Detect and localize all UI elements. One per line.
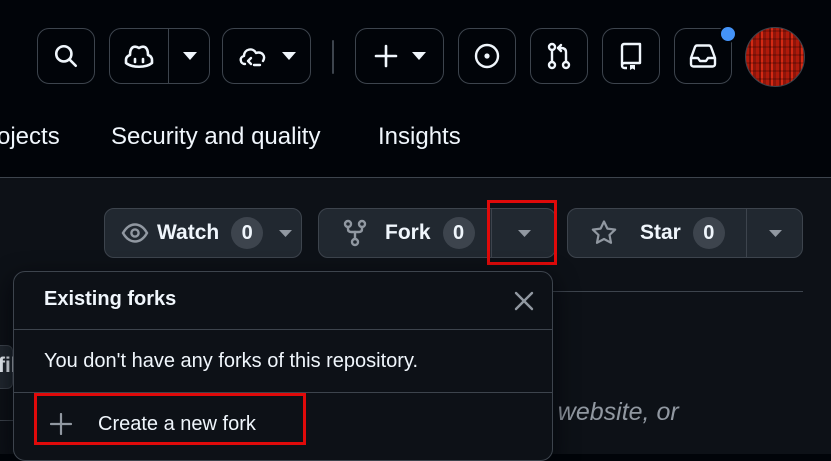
avatar[interactable] — [745, 27, 805, 87]
fork-button[interactable]: Fork 0 — [319, 209, 491, 257]
watch-count: 0 — [231, 217, 264, 249]
about-divider — [553, 291, 803, 292]
star-label: Star — [640, 221, 681, 244]
issues-button[interactable] — [458, 28, 516, 84]
fork-label: Fork — [385, 221, 431, 244]
file-list-edge — [0, 420, 13, 454]
triangle-down-icon — [411, 52, 426, 60]
star-button[interactable]: Star 0 — [568, 209, 746, 257]
triangle-down-icon — [281, 52, 296, 60]
search-button[interactable] — [37, 28, 95, 84]
tab-security-and-quality[interactable]: Security and quality — [111, 122, 320, 152]
close-button[interactable] — [512, 289, 536, 313]
git-pull-request-icon — [547, 42, 571, 70]
repositories-button[interactable] — [602, 28, 660, 84]
create-fork-highlight — [34, 393, 306, 445]
search-icon — [54, 44, 78, 68]
cloud-icon — [239, 48, 265, 67]
popover-title: Existing forks — [44, 288, 177, 310]
codespaces-button[interactable] — [222, 28, 311, 84]
copilot-split-button — [109, 28, 210, 84]
star-icon — [591, 220, 617, 244]
repo-forked-icon — [343, 219, 367, 247]
no-forks-message: You don't have any forks of this reposit… — [44, 350, 419, 372]
star-count: 0 — [692, 217, 725, 249]
popover-divider — [14, 329, 552, 330]
global-header — [0, 0, 831, 112]
eye-icon — [121, 223, 149, 243]
tab-projects[interactable]: ojects — [0, 122, 60, 152]
repo-icon — [620, 42, 642, 70]
triangle-down-icon — [183, 52, 197, 60]
plus-icon — [374, 44, 397, 68]
triangle-down-icon — [279, 229, 293, 237]
watch-button[interactable]: Watch 0 — [104, 208, 302, 258]
pull-requests-button[interactable] — [530, 28, 588, 84]
copilot-menu-button[interactable] — [169, 29, 211, 83]
triangle-down-icon — [769, 229, 782, 237]
notification-indicator — [719, 25, 737, 43]
copilot-button[interactable] — [110, 29, 168, 83]
star-menu-button[interactable] — [747, 209, 804, 257]
issue-opened-icon — [474, 43, 500, 69]
create-new-button[interactable] — [355, 28, 444, 84]
inbox-icon — [689, 44, 717, 68]
star-split-button: Star 0 — [567, 208, 803, 258]
fork-count: 0 — [442, 217, 475, 249]
fork-menu-highlight — [487, 200, 557, 265]
files-button[interactable]: fil — [0, 345, 17, 389]
copilot-icon — [124, 45, 154, 69]
tab-insights[interactable]: Insights — [378, 122, 461, 152]
watch-label: Watch — [157, 221, 220, 244]
header-divider — [332, 40, 334, 74]
close-icon — [514, 291, 534, 311]
